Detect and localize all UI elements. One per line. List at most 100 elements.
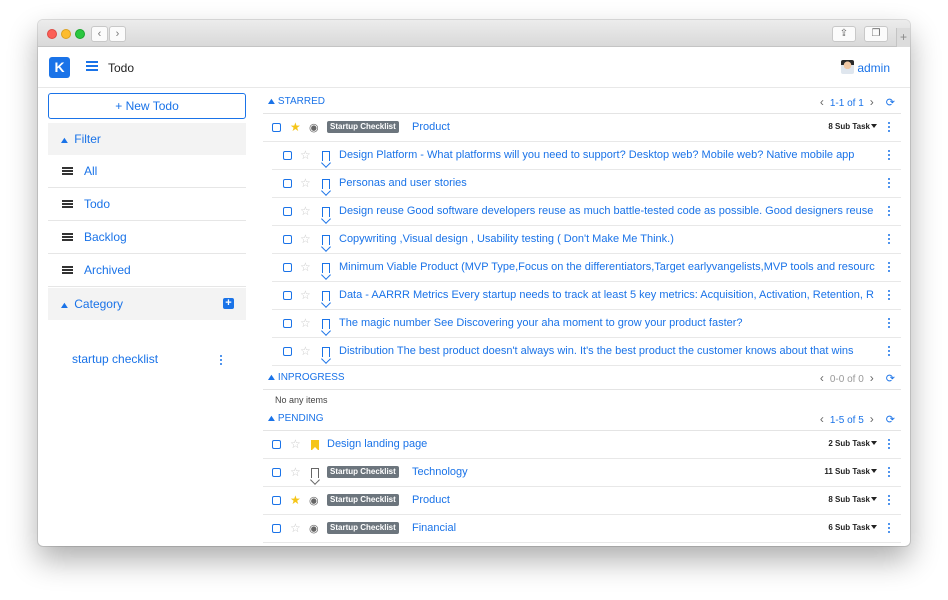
prev-page-icon[interactable]: ‹ [820,95,824,109]
todo-checkbox[interactable] [283,151,292,160]
todo-checkbox[interactable] [283,235,292,244]
todo-checkbox[interactable] [283,179,292,188]
subtask-row[interactable]: ☆ Design reuse Good software developers … [272,198,901,226]
subtask-row[interactable]: ☆ Data - AARRR Metrics Every startup nee… [272,282,901,310]
sidebar-item-archived[interactable]: Archived [48,254,246,287]
more-options-icon[interactable] [887,290,891,302]
star-icon[interactable]: ☆ [300,232,311,246]
todo-title[interactable]: The magic number See Discovering your ah… [339,317,879,329]
new-todo-button[interactable]: + New Todo [48,93,246,119]
subtask-dropdown[interactable]: 2 Sub Task [828,439,877,448]
subtask-dropdown[interactable]: 11 Sub Task [824,467,877,476]
todo-title[interactable]: Copywriting ,Visual design , Usability t… [339,233,879,245]
more-options-icon[interactable] [887,234,891,246]
todo-title[interactable]: Design Platform - What platforms will yo… [339,149,879,161]
more-options-icon[interactable] [219,355,223,367]
todo-checkbox[interactable] [272,496,281,505]
todo-checkbox[interactable] [272,440,281,449]
todo-title[interactable]: Design reuse Good software developers re… [339,205,879,217]
todo-title[interactable]: Technology [412,466,468,478]
star-icon[interactable]: ☆ [300,344,311,358]
star-icon[interactable]: ☆ [300,288,311,302]
todo-checkbox[interactable] [272,524,281,533]
prev-page-icon[interactable]: ‹ [820,412,824,426]
subtask-row[interactable]: ☆ Design Platform - What platforms will … [272,142,901,170]
sidebar-item-todo[interactable]: Todo [48,188,246,221]
todo-title[interactable]: Financial [412,522,456,534]
bookmark-icon[interactable] [322,151,330,161]
subtask-dropdown[interactable]: 8 Sub Task [828,495,877,504]
more-options-icon[interactable] [887,178,891,190]
more-options-icon[interactable] [887,467,891,479]
todo-title[interactable]: Product [412,494,450,506]
user-menu[interactable]: admin [841,60,890,75]
bookmark-icon[interactable] [322,207,330,217]
section-toggle[interactable]: ▲PENDING [266,413,324,424]
maximize-window-button[interactable] [75,29,85,39]
todo-checkbox[interactable] [283,207,292,216]
subtask-row[interactable]: ☆ The magic number See Discovering your … [272,310,901,338]
star-icon[interactable]: ☆ [290,465,301,479]
back-icon[interactable]: ‹ [91,26,108,42]
todo-checkbox[interactable] [272,123,281,132]
section-toggle[interactable]: ▲INPROGRESS [266,372,345,383]
subtask-row[interactable]: ☆ Personas and user stories [272,170,901,198]
todo-title[interactable]: Product [412,121,450,133]
todo-title[interactable]: Personas and user stories [339,177,879,189]
todo-checkbox[interactable] [283,319,292,328]
star-icon[interactable]: ★ [290,493,301,507]
star-icon[interactable]: ☆ [290,521,301,535]
subtask-row[interactable]: ☆ Copywriting ,Visual design , Usability… [272,226,901,254]
eye-slash-icon[interactable]: ◉ [309,494,319,507]
prev-page-icon[interactable]: ‹ [820,371,824,385]
todo-title[interactable]: Data - AARRR Metrics Every startup needs… [339,289,879,301]
menu-icon[interactable] [86,61,98,71]
add-category-icon[interactable]: + [223,298,234,309]
section-toggle[interactable]: ▲STARRED [266,96,325,107]
bookmark-icon[interactable] [322,235,330,245]
star-icon[interactable]: ☆ [300,176,311,190]
minimize-window-button[interactable] [61,29,71,39]
more-options-icon[interactable] [887,262,891,274]
more-options-icon[interactable] [887,150,891,162]
todo-title[interactable]: Design landing page [327,438,427,450]
forward-icon[interactable]: › [109,26,126,42]
todo-checkbox[interactable] [272,468,281,477]
subtask-row[interactable]: ☆ Minimum Viable Product (MVP Type,Focus… [272,254,901,282]
refresh-icon[interactable]: ⟳ [886,414,895,426]
bookmark-icon[interactable] [322,347,330,357]
star-icon[interactable]: ☆ [300,260,311,274]
bookmark-icon[interactable] [322,263,330,273]
todo-row[interactable]: ★ ◉ Startup Checklist Product 8 Sub Task [263,487,901,515]
category-header[interactable]: ▲ Category + [48,288,246,320]
todo-checkbox[interactable] [283,347,292,356]
more-options-icon[interactable] [887,523,891,535]
more-options-icon[interactable] [887,346,891,358]
more-options-icon[interactable] [887,122,891,134]
todo-title[interactable]: Minimum Viable Product (MVP Type,Focus o… [339,261,879,273]
todo-row[interactable]: ☆ Design landing page 2 Sub Task [263,431,901,459]
todo-checkbox[interactable] [283,291,292,300]
todo-title[interactable]: Distribution The best product doesn't al… [339,345,879,357]
more-options-icon[interactable] [887,495,891,507]
refresh-icon[interactable]: ⟳ [886,97,895,109]
star-icon[interactable]: ★ [290,120,301,134]
tabs-overview-icon[interactable]: ❐ [864,26,888,42]
next-page-icon[interactable]: › [870,95,874,109]
refresh-icon[interactable]: ⟳ [886,373,895,385]
sidebar-item-all[interactable]: All [48,155,246,188]
next-page-icon[interactable]: › [870,412,874,426]
star-icon[interactable]: ☆ [300,204,311,218]
app-logo[interactable]: K [49,57,70,78]
bookmark-icon[interactable] [322,179,330,189]
more-options-icon[interactable] [887,439,891,451]
more-options-icon[interactable] [887,318,891,330]
bookmark-icon[interactable] [322,291,330,301]
star-icon[interactable]: ☆ [290,437,301,451]
star-icon[interactable]: ☆ [300,148,311,162]
todo-row[interactable]: ☆ ◉ Startup Checklist Financial 6 Sub Ta… [263,515,901,543]
todo-row[interactable]: ☆ Startup Checklist Technology 11 Sub Ta… [263,459,901,487]
sidebar-item-category[interactable]: startup checklist [48,348,246,370]
filter-header[interactable]: ▲ Filter [48,123,246,155]
subtask-dropdown[interactable]: 6 Sub Task [828,523,877,532]
